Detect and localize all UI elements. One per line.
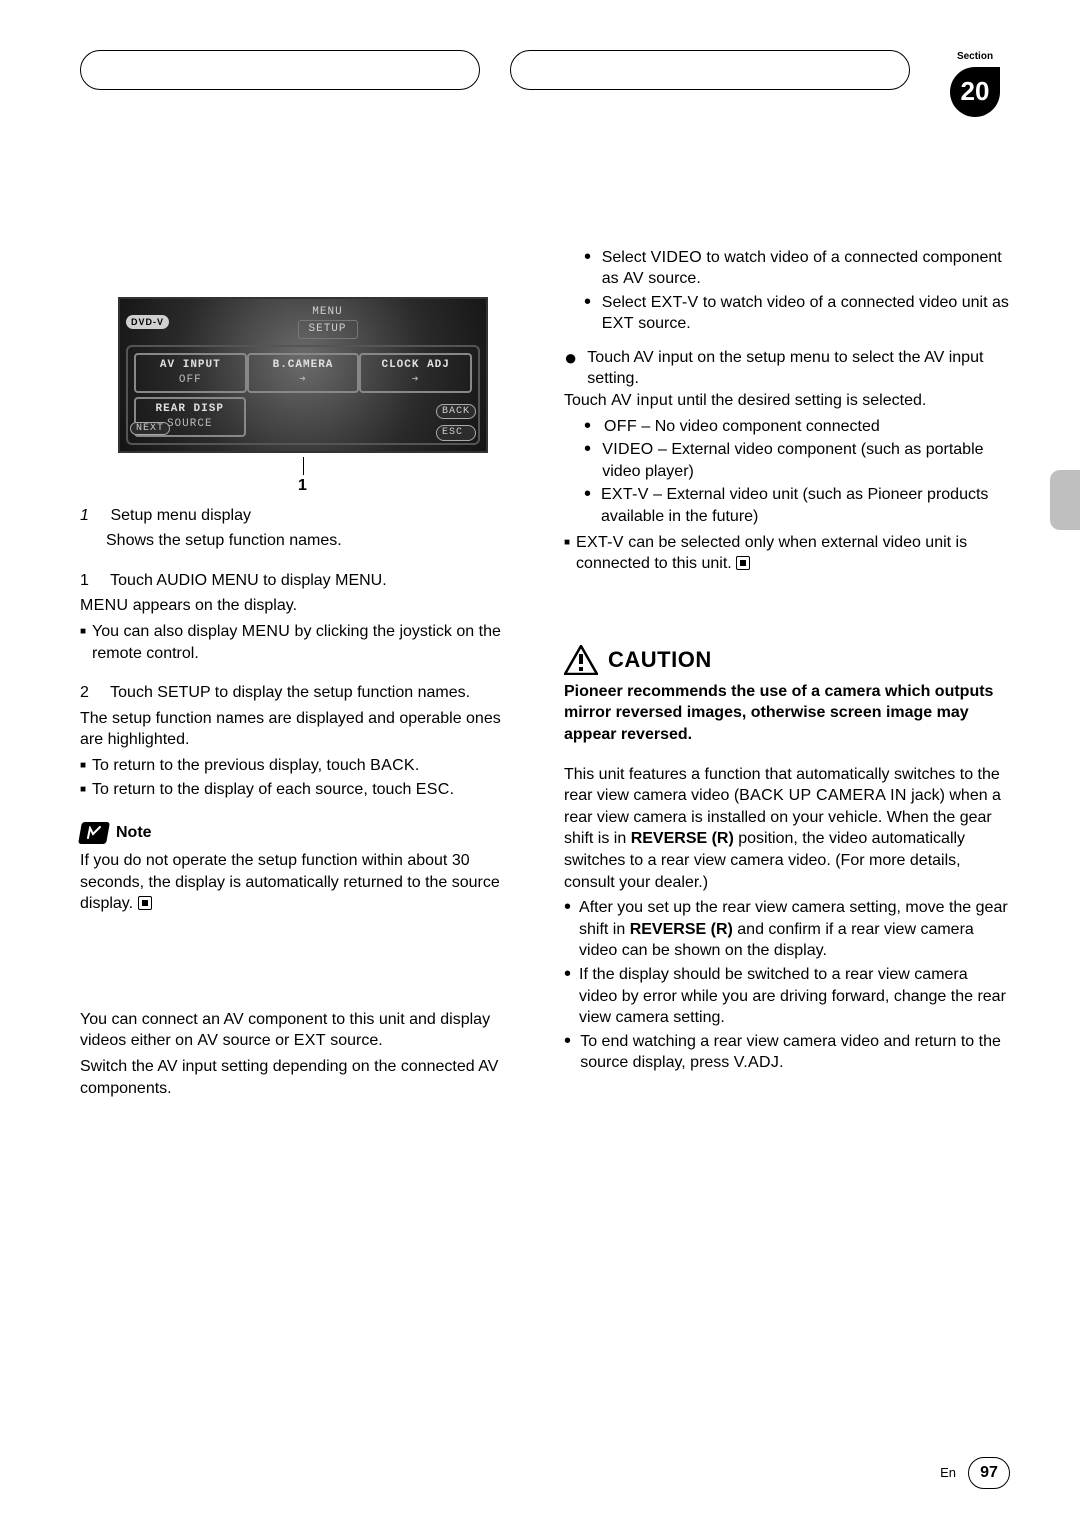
note-heading: Note	[80, 822, 526, 844]
av-options-list: OFF – No video component connected VIDEO…	[564, 416, 1010, 528]
av-input-cell[interactable]: AV INPUT OFF	[134, 353, 247, 393]
right-column: Select VIDEO to watch video of a connect…	[564, 147, 1010, 1104]
large-bullet-icon: ●	[564, 347, 577, 390]
step1-body: MENU appears on the display.	[80, 595, 526, 617]
section-label: Section	[940, 50, 1010, 64]
legend-title: 1 Setup menu display	[80, 505, 526, 527]
back-button[interactable]: BACK	[436, 404, 476, 420]
square-bullet-icon: ■	[80, 779, 86, 801]
step1-sub: ■ You can also display MENU by clicking …	[80, 621, 526, 664]
setup-menu-screenshot: DVD-V MENU SETUP AV INPUT OFF B.CAMERA	[118, 297, 488, 453]
note-icon	[78, 822, 110, 844]
extv-note: ■ EXT-V can be selected only when extern…	[564, 532, 1010, 575]
section-number: 20	[950, 67, 1000, 117]
square-bullet-icon: ■	[80, 755, 86, 777]
arrow-right-icon	[363, 373, 468, 388]
opt-extv: EXT-V – External video unit (such as Pio…	[584, 484, 1010, 527]
av-switch-note: Switch the AV input setting depending on…	[80, 1056, 526, 1099]
select-extv-item: Select EXT-V to watch video of a connect…	[584, 292, 1010, 335]
legend-body: Shows the setup function names.	[80, 530, 526, 552]
caution-icon	[564, 645, 598, 675]
end-mark-icon	[736, 556, 750, 570]
opt-video: VIDEO – External video component (such a…	[584, 439, 1010, 482]
caution-heading: CAUTION	[564, 645, 1010, 675]
callout-number: 1	[298, 475, 307, 497]
header-row: Section 20	[80, 50, 1010, 117]
cam-note-3: To end watching a rear view camera video…	[564, 1031, 1010, 1074]
camera-notes-list: After you set up the rear view camera se…	[564, 897, 1010, 1074]
camera-paragraph: This unit features a function that autom…	[564, 764, 1010, 894]
step2-sub2: ■ To return to the display of each sourc…	[80, 779, 526, 801]
page-number: 97	[968, 1457, 1010, 1489]
caution-text: Pioneer recommends the use of a camera w…	[564, 681, 1010, 746]
bcamera-cell[interactable]: B.CAMERA	[247, 353, 360, 393]
action-body: Touch AV input until the desired setting…	[564, 390, 1010, 412]
square-bullet-icon: ■	[80, 621, 86, 664]
action-heading: ● Touch AV input on the setup menu to se…	[564, 347, 1010, 390]
av-select-list: Select VIDEO to watch video of a connect…	[564, 247, 1010, 335]
esc-button[interactable]: ESC	[436, 425, 476, 441]
section-badge: Section 20	[940, 50, 1010, 117]
menu-title: MENU	[175, 305, 480, 320]
step1-heading: 1 Touch AUDIO MENU to display MENU.	[80, 570, 526, 592]
note-label: Note	[116, 822, 152, 844]
cam-note-2: If the display should be switched to a r…	[564, 964, 1010, 1029]
step2-sub1: ■ To return to the previous display, tou…	[80, 755, 526, 777]
language-code: En	[940, 1464, 956, 1482]
select-video-item: Select VIDEO to watch video of a connect…	[584, 247, 1010, 290]
av-intro: You can connect an AV component to this …	[80, 1009, 526, 1052]
cam-note-1: After you set up the rear view camera se…	[564, 897, 1010, 962]
side-tab	[1050, 470, 1080, 530]
opt-off: OFF – No video component connected	[584, 416, 1010, 438]
setup-tab[interactable]: SETUP	[298, 320, 358, 339]
header-cap-right	[510, 50, 910, 90]
clock-adj-cell[interactable]: CLOCK ADJ	[359, 353, 472, 393]
step2-heading: 2 Touch SETUP to display the setup funct…	[80, 682, 526, 704]
callout-leader: 1	[118, 457, 488, 487]
arrow-right-icon	[251, 373, 356, 388]
square-bullet-icon: ■	[564, 532, 570, 575]
left-column: DVD-V MENU SETUP AV INPUT OFF B.CAMERA	[80, 147, 526, 1104]
note-body: If you do not operate the setup function…	[80, 850, 526, 915]
caution-label: CAUTION	[608, 645, 712, 675]
header-cap-left	[80, 50, 480, 90]
next-button[interactable]: NEXT	[130, 422, 170, 435]
footer: En 97	[80, 1437, 1010, 1489]
dvd-badge: DVD-V	[126, 315, 169, 329]
step2-body: The setup function names are displayed a…	[80, 708, 526, 751]
end-mark-icon	[138, 896, 152, 910]
